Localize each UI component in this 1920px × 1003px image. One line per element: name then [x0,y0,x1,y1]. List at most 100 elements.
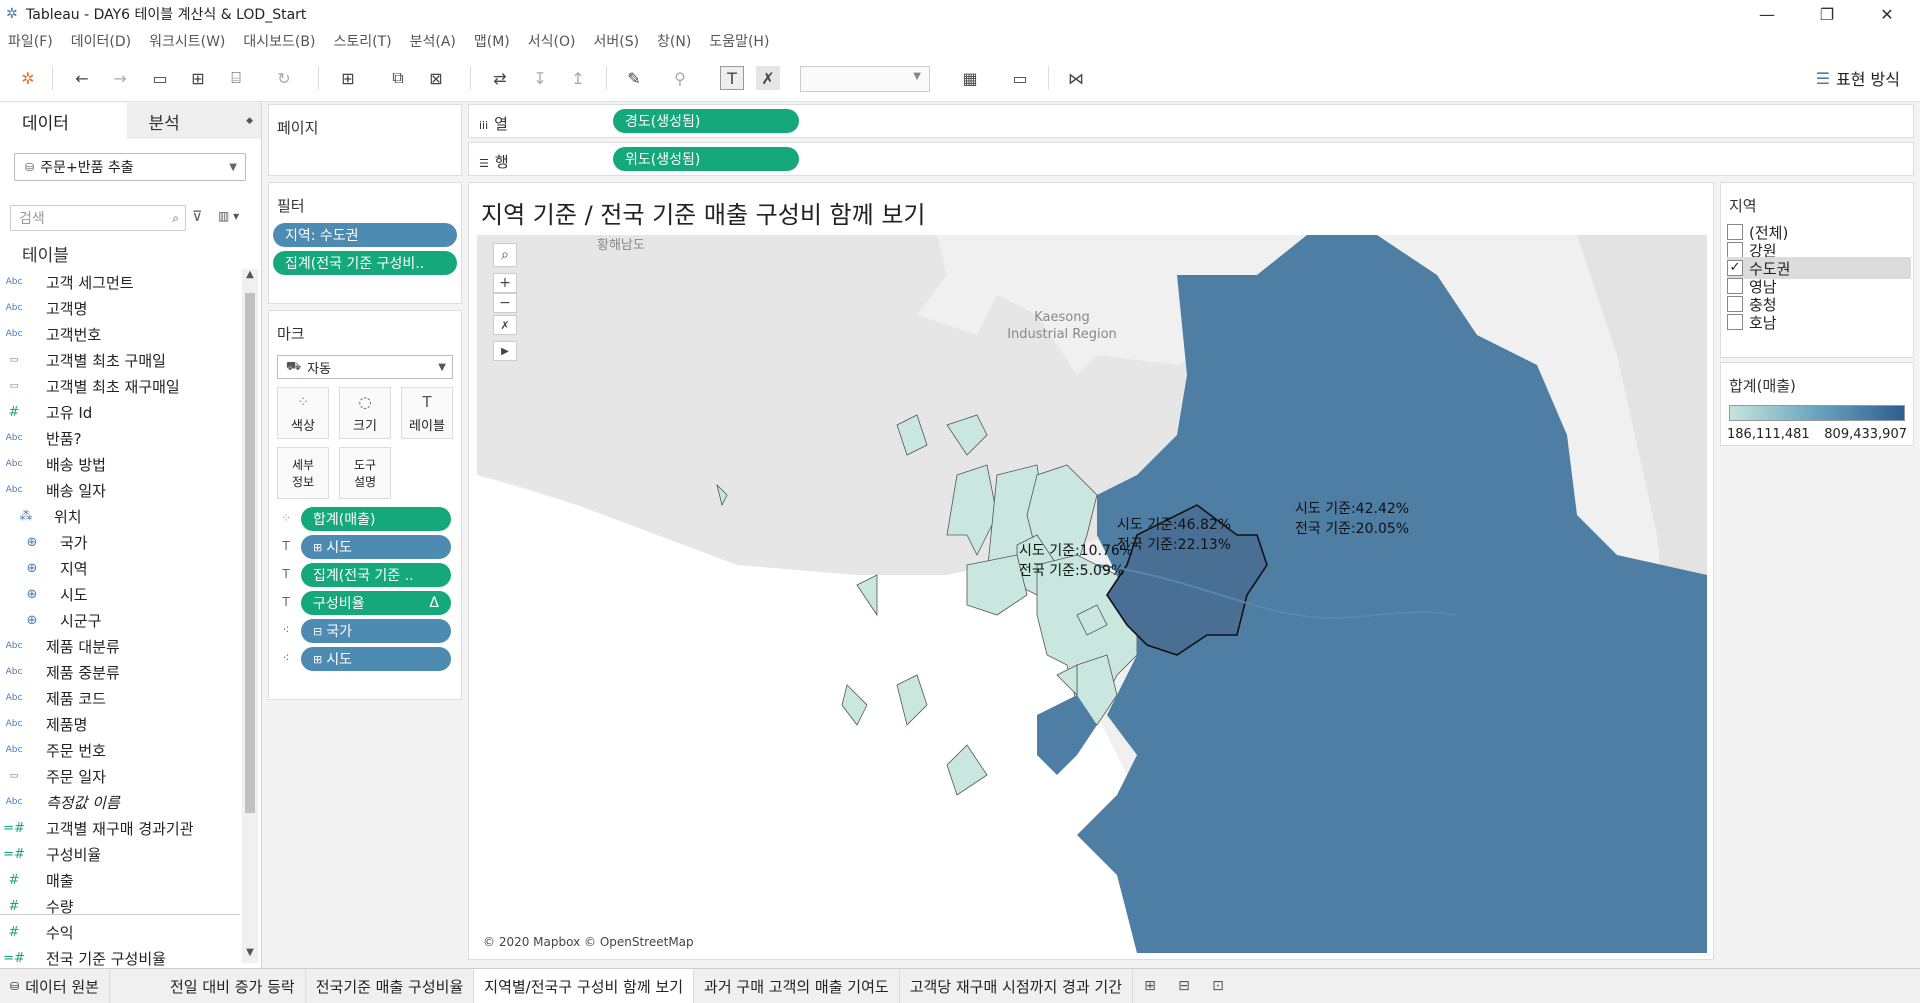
fix-axes-icon[interactable]: ✗ [756,66,780,90]
fit-dropdown[interactable]: ▼ [800,66,930,92]
field-item[interactable]: ▭ 고객별 최초 구매일 [0,347,240,373]
pages-card[interactable]: 페이지 [268,104,462,176]
field-item[interactable]: ▭ 주문 일자 [0,763,240,789]
zoom-in-button[interactable]: + [493,273,517,293]
checkbox[interactable] [1727,296,1743,312]
menu-worksheet[interactable]: 워크시트(W) [149,31,225,51]
field-item[interactable]: Abc 제품 중분류 [0,659,240,685]
filters-card[interactable]: 필터 지역: 수도권 집계(전국 기준 구성비.. [268,182,462,304]
marks-pill-national[interactable]: 집계(전국 기준 .. [301,563,451,587]
menu-help[interactable]: 도움말(H) [709,31,769,51]
field-item[interactable]: Abc 고객명 [0,295,240,321]
field-item[interactable]: Abc 배송 방법 [0,451,240,477]
field-item[interactable]: =# 구성비율 [0,841,240,867]
sort-descending-icon[interactable]: ↥ [566,66,590,90]
field-item[interactable]: Abc 배송 일자 [0,477,240,503]
minimize-button[interactable]: — [1744,0,1790,28]
tab-analytics[interactable]: 분석 ◆ [126,103,261,139]
share-icon[interactable]: ⋈ [1064,66,1088,90]
menu-map[interactable]: 맵(M) [474,31,510,51]
detail-button[interactable]: 세부 정보 [277,447,329,499]
menu-format[interactable]: 서식(O) [528,31,576,51]
menu-dashboard[interactable]: 대시보드(B) [243,31,315,51]
map-toolbar-expand-button[interactable]: ▶ [493,341,517,361]
sheet-tab[interactable]: 고객당 재구매 시점까지 경과 기간 [900,969,1133,1003]
sheet-tab[interactable]: 전국기준 매출 구성비율 [306,969,475,1003]
checkbox[interactable] [1727,242,1743,258]
reset-map-button[interactable]: ✗ [493,315,517,335]
rows-pill-latitude[interactable]: 위도(생성됨) [613,147,799,171]
field-item[interactable]: # 고유 Id [0,399,240,425]
swap-axes-icon[interactable]: ⇄ [488,66,512,90]
menu-analysis[interactable]: 분석(A) [410,31,456,51]
field-item[interactable]: ⊕ 시군구 [0,607,240,633]
field-item[interactable]: ⊕ 지역 [0,555,240,581]
pause-updates-icon[interactable]: ⌸ [224,66,248,90]
new-story-icon[interactable]: ⊡ [1201,969,1235,1003]
rows-shelf[interactable]: ☰ 행 위도(생성됨) [468,142,1914,176]
tab-datasource[interactable]: ⛁ 데이터 원본 [0,969,110,1003]
field-item[interactable]: Abc 제품 코드 [0,685,240,711]
new-worksheet-icon[interactable]: ⊞ [336,66,360,90]
field-item[interactable]: ▭ 고객별 최초 재구매일 [0,373,240,399]
tableau-home-icon[interactable]: ✲ [16,66,40,90]
marks-pill-ratio[interactable]: 구성비율 Δ [301,591,451,615]
field-item[interactable]: Abc 측정값 이름 [0,789,240,815]
field-item[interactable]: # 수량 [0,893,240,919]
filter-pill-agg[interactable]: 집계(전국 기준 구성비.. [273,251,457,275]
field-item[interactable]: Abc 제품명 [0,711,240,737]
map-search-button[interactable]: ⌕ [493,243,517,267]
region-filter-item[interactable]: 호남 [1727,311,1911,333]
field-item[interactable]: ⊕ 시도 [0,581,240,607]
close-button[interactable]: ✕ [1864,0,1910,28]
sheet-tab[interactable]: 과거 구매 고객의 매출 기여도 [694,969,900,1003]
mark-type-select[interactable]: ⛟ 자동 ▼ [277,355,453,379]
datasource-select[interactable]: ⛁ 주문+반품 추출 ▼ [14,153,246,181]
zoom-out-button[interactable]: − [493,293,517,313]
checkbox[interactable] [1727,278,1743,294]
color-button[interactable]: ⁘ 색상 [277,387,329,439]
field-item[interactable]: Abc 고객번호 [0,321,240,347]
marks-pill-sido-detail[interactable]: ⊞ 시도 [301,647,451,671]
marks-pill-sido[interactable]: ⊞ 시도 [301,535,451,559]
marks-pill-sum-sales[interactable]: 합계(매출) [301,507,451,531]
tooltip-button[interactable]: 도구 설명 [339,447,391,499]
field-item[interactable]: # 매출 [0,867,240,893]
map[interactable]: ⌕ + − ✗ ▶ 황해남도 Kaesong Industrial Region… [477,235,1707,953]
new-worksheet-icon[interactable]: ⊞ [1133,969,1167,1003]
maximize-button[interactable]: ❐ [1804,0,1850,28]
field-item[interactable]: Abc 주문 번호 [0,737,240,763]
clear-sheet-icon[interactable]: ⊠ [424,66,448,90]
field-search-input[interactable]: 검색 ⌕ [10,205,186,231]
field-item[interactable]: Abc 고객 세그먼트 [0,269,240,295]
size-button[interactable]: ◌ 크기 [339,387,391,439]
columns-pill-longitude[interactable]: 경도(생성됨) [613,109,799,133]
menu-data[interactable]: 데이터(D) [71,31,131,51]
duplicate-sheet-icon[interactable]: ⧉ [386,66,410,90]
checkbox[interactable]: ✓ [1727,260,1743,276]
redo-icon[interactable]: → [108,66,132,90]
label-button[interactable]: T 레이블 [401,387,453,439]
menu-server[interactable]: 서버(S) [593,31,639,51]
menu-file[interactable]: 파일(F) [8,31,53,51]
columns-shelf[interactable]: iii 열 경도(생성됨) [468,104,1914,138]
undo-icon[interactable]: ← [70,66,94,90]
field-item[interactable]: ⊕ 국가 [0,529,240,555]
field-item[interactable]: Abc 반품? [0,425,240,451]
menu-story[interactable]: 스토리(T) [333,31,391,51]
filter-pill-region[interactable]: 지역: 수도권 [273,223,457,247]
highlight-icon[interactable]: ✎ [622,66,646,90]
fit-icon[interactable]: ▦ [958,66,982,90]
field-item[interactable]: =# 고객별 재구매 경과기관 [0,815,240,841]
sort-ascending-icon[interactable]: ↧ [528,66,552,90]
field-list-scrollbar[interactable]: ▲ ▼ [242,269,258,963]
field-item[interactable]: Abc 제품 대분류 [0,633,240,659]
refresh-icon[interactable]: ↻ [272,66,296,90]
show-me-button[interactable]: ☰ 표현 방식 [1816,66,1900,90]
checkbox[interactable] [1727,224,1743,240]
field-item[interactable]: # 수익 [0,919,240,945]
view-options-icon[interactable]: ▥ ▾ [218,209,239,223]
sheet-tab[interactable]: 전일 대비 증가 등락 [160,969,306,1003]
group-icon[interactable]: ⚲ [668,66,692,90]
sheet-tab-active[interactable]: 지역별/전국구 구성비 함께 보기 [474,969,695,1003]
